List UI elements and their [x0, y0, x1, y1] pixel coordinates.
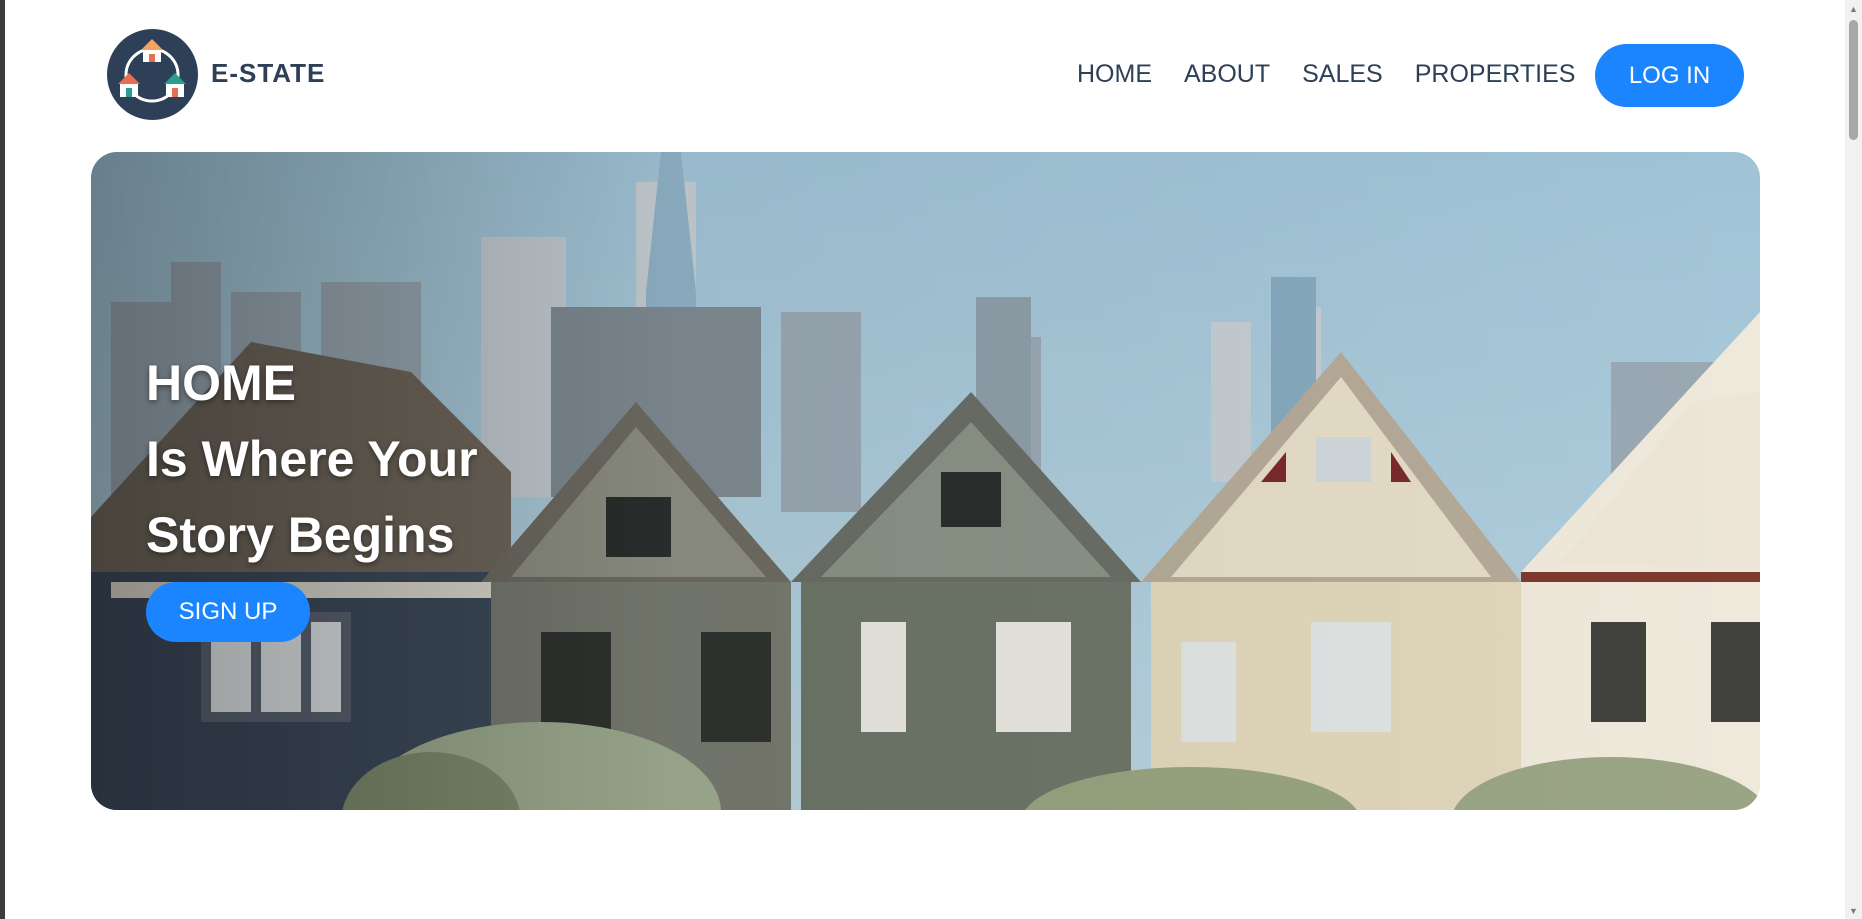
nav-sales[interactable]: SALES	[1302, 60, 1383, 89]
brand-name[interactable]: E-STATE	[211, 58, 325, 89]
nav-about[interactable]: ABOUT	[1184, 60, 1270, 89]
hero-headline-line-1: HOME	[146, 355, 296, 411]
signup-button[interactable]: SIGN UP	[146, 582, 310, 642]
vertical-scrollbar[interactable]: ▲ ▼	[1845, 0, 1862, 919]
logo-icon[interactable]	[107, 29, 198, 120]
scroll-thumb[interactable]	[1849, 20, 1858, 140]
hero-headline-line-3: Story Begins	[146, 507, 455, 563]
nav-home[interactable]: HOME	[1077, 60, 1152, 89]
navbar: E-STATE HOME ABOUT SALES PROPERTIES LOG …	[0, 0, 1845, 150]
nav-properties[interactable]: PROPERTIES	[1415, 60, 1576, 89]
login-button[interactable]: LOG IN	[1595, 44, 1744, 107]
scroll-up-arrow-icon[interactable]: ▲	[1845, 0, 1862, 17]
hero-headline-line-2: Is Where Your	[146, 431, 478, 487]
hero-headline: HOME Is Where Your Story Begins	[146, 345, 478, 573]
main-menu: HOME ABOUT SALES PROPERTIES	[1077, 60, 1575, 89]
scroll-down-arrow-icon[interactable]: ▼	[1845, 902, 1862, 919]
